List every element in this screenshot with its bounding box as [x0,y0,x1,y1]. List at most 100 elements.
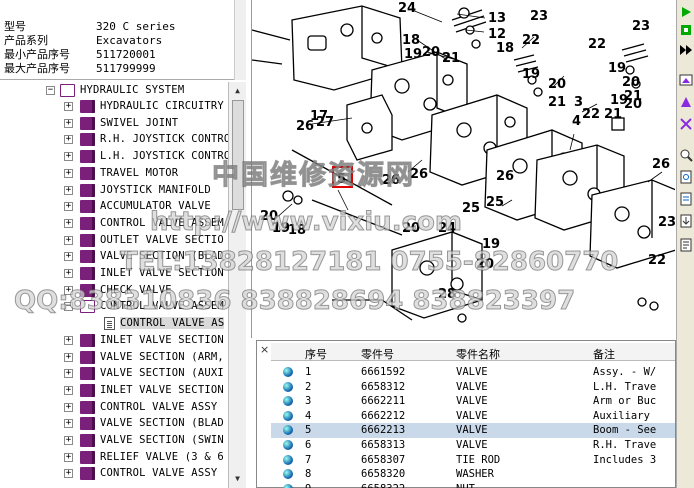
scroll-up-arrow-icon[interactable]: ▲ [231,84,244,97]
callout-number[interactable]: 12 [488,27,506,42]
expand-toggle[interactable]: + [64,185,73,195]
expand-toggle[interactable]: + [64,352,73,362]
column-header-part-name[interactable]: 零件名称 [456,346,500,362]
callout-number[interactable]: 22 [522,33,540,48]
expand-toggle[interactable]: + [64,469,73,479]
parts-table-row[interactable]: 7 6658307 TIE ROD Includes 3 [271,453,675,468]
expand-toggle[interactable]: + [64,218,73,228]
parts-table-row[interactable]: 2 6658312 VALVE L.H. Trave [271,380,675,395]
callout-number[interactable]: 20 [476,257,494,272]
stop-icon[interactable] [679,23,693,37]
rotate-icon[interactable] [679,117,693,131]
callout-number[interactable]: 23 [658,215,675,230]
callout-number[interactable]: 18 [402,33,420,48]
cell-note: L.H. Trave [593,380,657,393]
callout-number[interactable]: 22 [582,107,600,122]
expand-toggle[interactable]: + [64,419,73,429]
callout-number[interactable]: 19 [404,47,422,62]
document-icon[interactable] [679,238,693,252]
cell-note: Auxiliary [593,409,650,422]
callout-number[interactable]: 20 [622,75,640,90]
book-icon [80,216,95,230]
expand-toggle[interactable]: + [64,135,73,145]
callout-number[interactable]: 25 [486,195,504,210]
highlighted-callout-number[interactable]: 5 [337,172,346,187]
callout-number[interactable]: 3 [574,95,583,110]
scrollbar-thumb[interactable] [232,100,244,210]
callout-number[interactable]: 20 [624,97,642,112]
next-icon[interactable] [679,43,693,57]
column-header-note[interactable]: 备注 [593,346,615,362]
print-icon[interactable] [679,192,693,206]
callout-number[interactable]: 23 [530,9,548,24]
callout-number[interactable]: 21 [442,51,460,66]
callout-number[interactable]: 20 [402,221,420,236]
parts-tree: − HYDRAULIC SYSTEM + HYDRAULIC CIRCUITRY +… [0,82,246,488]
callout-number[interactable]: 23 [632,19,650,34]
parts-table-row[interactable]: 8 6658320 WASHER [271,467,675,482]
callout-number[interactable]: 28 [438,287,456,302]
expand-toggle[interactable]: + [64,452,73,462]
callout-number[interactable]: 20 [548,77,566,92]
play-icon[interactable] [679,5,693,19]
callout-number[interactable]: 24 [438,221,456,236]
expand-toggle[interactable]: + [64,436,73,445]
zoom-in-icon[interactable] [679,148,693,162]
expand-toggle[interactable]: + [64,285,73,295]
expand-toggle[interactable]: + [64,168,73,178]
callout-number[interactable]: 21 [548,95,566,110]
parts-table-row[interactable]: 9 6658322 NUT [271,482,675,488]
expand-toggle[interactable]: + [64,402,73,412]
fullscreen-icon[interactable] [679,73,693,87]
parts-table-row[interactable]: 5 6662213 VALVE Boom - See [271,423,675,438]
expand-toggle[interactable]: + [64,202,73,212]
callout-number[interactable]: 24 [398,1,416,16]
expand-toggle[interactable]: + [64,235,73,245]
valve-bodies [252,5,675,323]
close-icon[interactable]: × [260,343,269,356]
callout-number[interactable]: 13 [488,11,506,26]
callout-number[interactable]: 20 [422,45,440,60]
callout-number[interactable]: 25 [462,201,480,216]
expand-toggle[interactable]: + [64,102,73,111]
callout-number[interactable]: 26 [296,119,314,134]
callout-number[interactable]: 19 [608,61,626,76]
callout-number[interactable]: 22 [588,37,606,52]
cell-part-number: 6658307 [361,453,406,466]
parts-table-row[interactable]: 6 6658313 VALVE R.H. Trave [271,438,675,453]
exploded-diagram[interactable]: 24 13 12 18 19 20 21 22 23 17 19 20 21 18 19 20 21 22 23 22… [251,0,675,338]
callout-number[interactable]: 22 [648,253,666,268]
callout-number[interactable]: 26 [382,173,400,188]
zoom-out-icon[interactable] [679,170,693,184]
expand-toggle[interactable]: + [64,118,73,128]
parts-table-row[interactable]: 3 6662211 VALVE Arm or Buc [271,394,675,409]
parts-table-row[interactable]: 1 6661592 VALVE Assy. - W/ [271,365,675,380]
callout-number[interactable]: 18 [496,41,514,56]
expand-toggle[interactable]: + [64,152,73,162]
scroll-down-arrow-icon[interactable]: ▼ [231,472,244,485]
callout-number[interactable]: 19 [482,237,500,252]
callout-number[interactable]: 21 [604,107,622,122]
column-header-no[interactable]: 序号 [305,346,327,362]
expand-toggle[interactable]: + [64,335,73,345]
document-icon [104,317,115,331]
collapse-toggle[interactable]: − [64,302,73,312]
callout-number[interactable]: 18 [288,223,306,238]
expand-toggle[interactable]: + [64,385,73,395]
tree-scrollbar[interactable]: ▲ ▼ [228,82,246,488]
expand-toggle[interactable]: + [64,252,73,262]
callout-number[interactable]: 4 [572,114,581,129]
pan-icon[interactable] [679,95,693,109]
parts-table-row[interactable]: 4 6662212 VALVE Auxiliary [271,409,675,424]
export-icon[interactable] [679,214,693,228]
expand-toggle[interactable]: + [64,269,73,278]
callout-number[interactable]: 26 [410,167,428,182]
callout-number[interactable]: 27 [316,115,334,130]
info-scrollbar[interactable] [234,0,246,80]
column-header-part-number[interactable]: 零件号 [361,346,394,362]
expand-toggle[interactable]: + [64,369,73,379]
collapse-toggle[interactable]: − [46,86,55,95]
callout-number[interactable]: 19 [522,67,540,82]
callout-number[interactable]: 26 [652,157,670,172]
callout-number[interactable]: 26 [496,169,514,184]
